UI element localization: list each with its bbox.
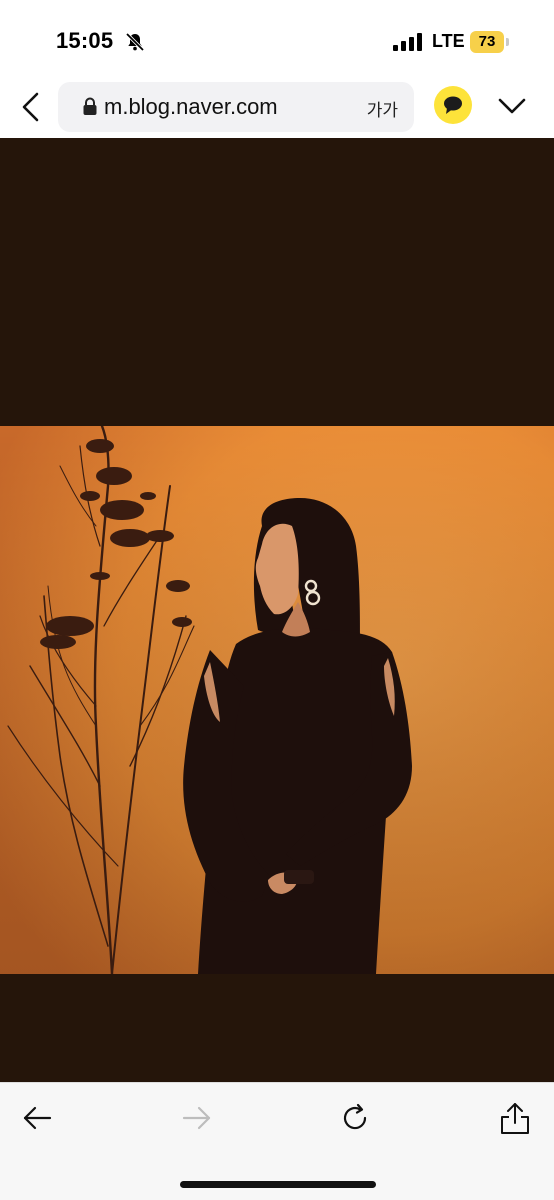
network-type-label: LTE (432, 31, 465, 51)
lock-icon (83, 97, 97, 115)
browser-toolbar (0, 1082, 554, 1200)
reload-icon[interactable] (338, 1101, 372, 1135)
chevron-left-icon[interactable] (18, 90, 44, 124)
browser-address-bar: m.blog.naver.com 가가 (0, 78, 554, 138)
url-text: m.blog.naver.com (104, 94, 278, 119)
home-indicator[interactable] (180, 1181, 376, 1188)
battery-tip (506, 38, 509, 46)
mobile-browser-screen: 15:05 LTE 73 m.blog.naver.com 가가 (0, 0, 554, 1200)
battery-level: 73 (478, 33, 496, 50)
status-time: 15:05 (56, 28, 114, 53)
bracelet (284, 870, 314, 884)
text-size-button[interactable]: 가가 (367, 96, 398, 121)
chat-button[interactable] (434, 86, 472, 124)
blog-content-area (0, 138, 554, 1082)
chevron-down-icon[interactable] (497, 96, 527, 116)
status-bar: 15:05 LTE 73 (0, 0, 554, 78)
share-icon[interactable] (498, 1101, 532, 1135)
bell-slash-icon (125, 32, 145, 52)
signal-bars-icon (393, 33, 422, 51)
chat-bubble-icon (444, 96, 462, 114)
battery-icon: 73 (470, 31, 510, 53)
blog-photo[interactable] (0, 426, 554, 974)
arrow-left-icon[interactable] (20, 1101, 54, 1135)
arrow-right-icon (182, 1106, 211, 1130)
url-field[interactable]: m.blog.naver.com 가가 (58, 82, 414, 132)
